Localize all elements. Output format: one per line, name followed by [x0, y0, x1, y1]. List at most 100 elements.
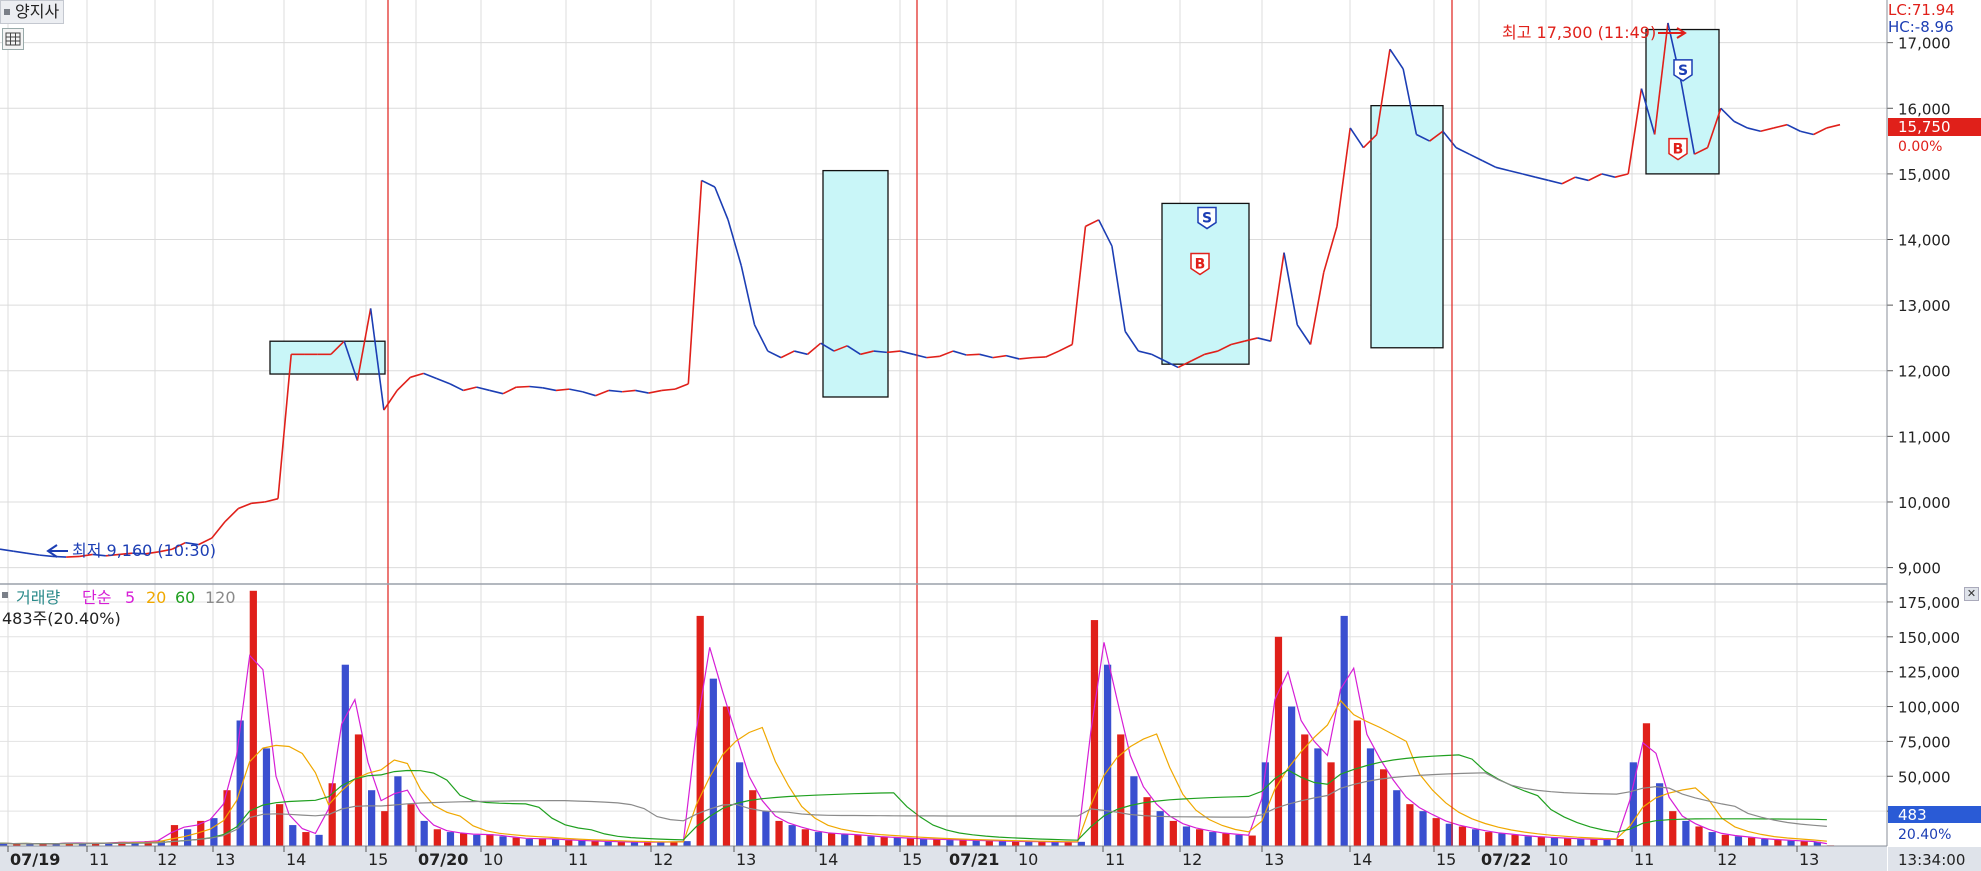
volume-tick-label: 150,000 — [1898, 629, 1960, 647]
volume-bar — [420, 820, 428, 846]
price-tick-label: 17,000 — [1898, 35, 1951, 53]
volume-bar — [854, 834, 862, 846]
volume-bar — [985, 840, 993, 846]
volume-bar — [814, 832, 823, 846]
volume-bar — [998, 841, 1007, 846]
volume-bar — [473, 834, 481, 846]
volume-bar — [341, 664, 349, 846]
volume-bar — [1774, 839, 1782, 846]
current-volume-percent: 20.40% — [1898, 827, 1951, 843]
volume-bar — [1025, 841, 1033, 846]
volume-bar — [972, 840, 980, 846]
volume-tick-label: 175,000 — [1898, 594, 1960, 612]
volume-bar — [1748, 837, 1756, 846]
volume-bar — [262, 748, 271, 846]
legend-ma20[interactable]: 20 — [146, 588, 166, 607]
trade-marker-label: B — [1195, 256, 1206, 272]
price-segment — [516, 385, 530, 388]
volume-bar — [1616, 839, 1624, 846]
volume-tick-label: 50,000 — [1898, 768, 1951, 786]
time-tick-label: 14 — [286, 850, 306, 869]
current-price-label: 15,750 — [1898, 118, 1951, 136]
volume-bar — [1130, 776, 1138, 846]
legend-volume[interactable]: 거래량 — [16, 588, 60, 607]
volume-bar — [1734, 836, 1743, 846]
volume-bar — [354, 734, 363, 846]
time-axis: 07/19 11 12 13 14 15 07/20 10 11 12 13 14 15 07/21 10 1… — [0, 845, 1887, 871]
time-tick-label: 13 — [215, 850, 235, 869]
legend-ma5[interactable]: 5 — [125, 588, 135, 607]
volume-bar — [749, 790, 757, 846]
volume-bar — [920, 839, 928, 846]
legend-ma60[interactable]: 60 — [175, 588, 195, 607]
volume-bar — [538, 838, 547, 846]
time-tick-label: 10 — [1018, 850, 1038, 869]
volume-bar — [709, 678, 717, 846]
volume-bar — [1248, 835, 1256, 846]
price-tick-label: 12,000 — [1898, 363, 1951, 381]
volume-bar — [302, 832, 310, 846]
volume-bar — [683, 841, 691, 846]
highlight-box — [822, 169, 889, 398]
close-panel-button[interactable]: ✕ — [1964, 587, 1979, 601]
volume-bar — [486, 834, 494, 846]
volume-bar — [946, 839, 954, 846]
volume-bar — [565, 840, 573, 846]
time-tick-label: 12 — [1182, 850, 1202, 869]
volume-panel-marker — [2, 592, 8, 598]
current-change-label: 0.00% — [1898, 139, 1942, 155]
volume-bar — [499, 836, 507, 846]
volume-bar — [604, 841, 612, 846]
volume-bar — [1524, 836, 1532, 846]
time-axis-readout: 13:34:00 — [1898, 851, 1965, 869]
time-tick-label: 13 — [736, 850, 756, 869]
time-axis-band — [0, 846, 1887, 871]
stock-name-label: 양지사 — [15, 2, 60, 21]
volume-bar — [644, 842, 652, 846]
volume-bar — [394, 776, 402, 846]
volume-bar — [184, 829, 192, 846]
volume-bar — [1472, 829, 1480, 846]
volume-bar — [1327, 762, 1335, 846]
volume-bar — [670, 842, 678, 846]
volume-bar — [617, 841, 625, 846]
time-tick-label: 07/21 — [949, 850, 999, 869]
volume-summary: 483주(20.40%) — [2, 609, 121, 628]
volume-bar — [1721, 834, 1729, 846]
volume-bar — [1787, 840, 1795, 846]
volume-bar — [1366, 748, 1375, 846]
volume-bar — [1169, 820, 1177, 846]
volume-bar — [1682, 820, 1690, 846]
volume-bar — [1800, 841, 1808, 846]
volume-bar — [1406, 804, 1414, 846]
volume-bar — [722, 706, 731, 846]
volume-tick-label: 75,000 — [1898, 733, 1951, 751]
volume-bar — [433, 829, 441, 846]
high-price-note: 최고 17,300 (11:49) — [1502, 23, 1656, 42]
volume-bar — [578, 840, 586, 846]
volume-bar — [1090, 620, 1099, 846]
time-tick-label: 12 — [1717, 850, 1737, 869]
stock-name-tab[interactable]: 양지사 — [0, 0, 65, 24]
legend-simple[interactable]: 단순 — [82, 588, 111, 607]
volume-bar — [1104, 664, 1112, 846]
volume-bar — [1577, 839, 1585, 846]
low-price-note: 최저 9,160 (10:30) — [72, 541, 216, 560]
time-tick-label: 13 — [1264, 850, 1284, 869]
time-tick-label: 07/22 — [1481, 850, 1531, 869]
volume-bar — [1485, 832, 1493, 846]
volume-bar — [906, 838, 915, 846]
grid-view-button[interactable] — [2, 28, 24, 50]
time-tick-label: 12 — [653, 850, 673, 869]
volume-bar — [1222, 833, 1230, 846]
volume-bar — [1064, 842, 1072, 846]
legend-ma120[interactable]: 120 — [205, 588, 236, 607]
volume-bar — [1761, 839, 1769, 846]
volume-bar — [512, 837, 520, 846]
volume-bar — [1077, 841, 1085, 846]
volume-bar — [1550, 837, 1559, 846]
volume-bar — [276, 804, 284, 846]
volume-bar — [1669, 811, 1677, 846]
volume-bar — [867, 836, 875, 846]
volume-tick-label: 125,000 — [1898, 664, 1960, 682]
